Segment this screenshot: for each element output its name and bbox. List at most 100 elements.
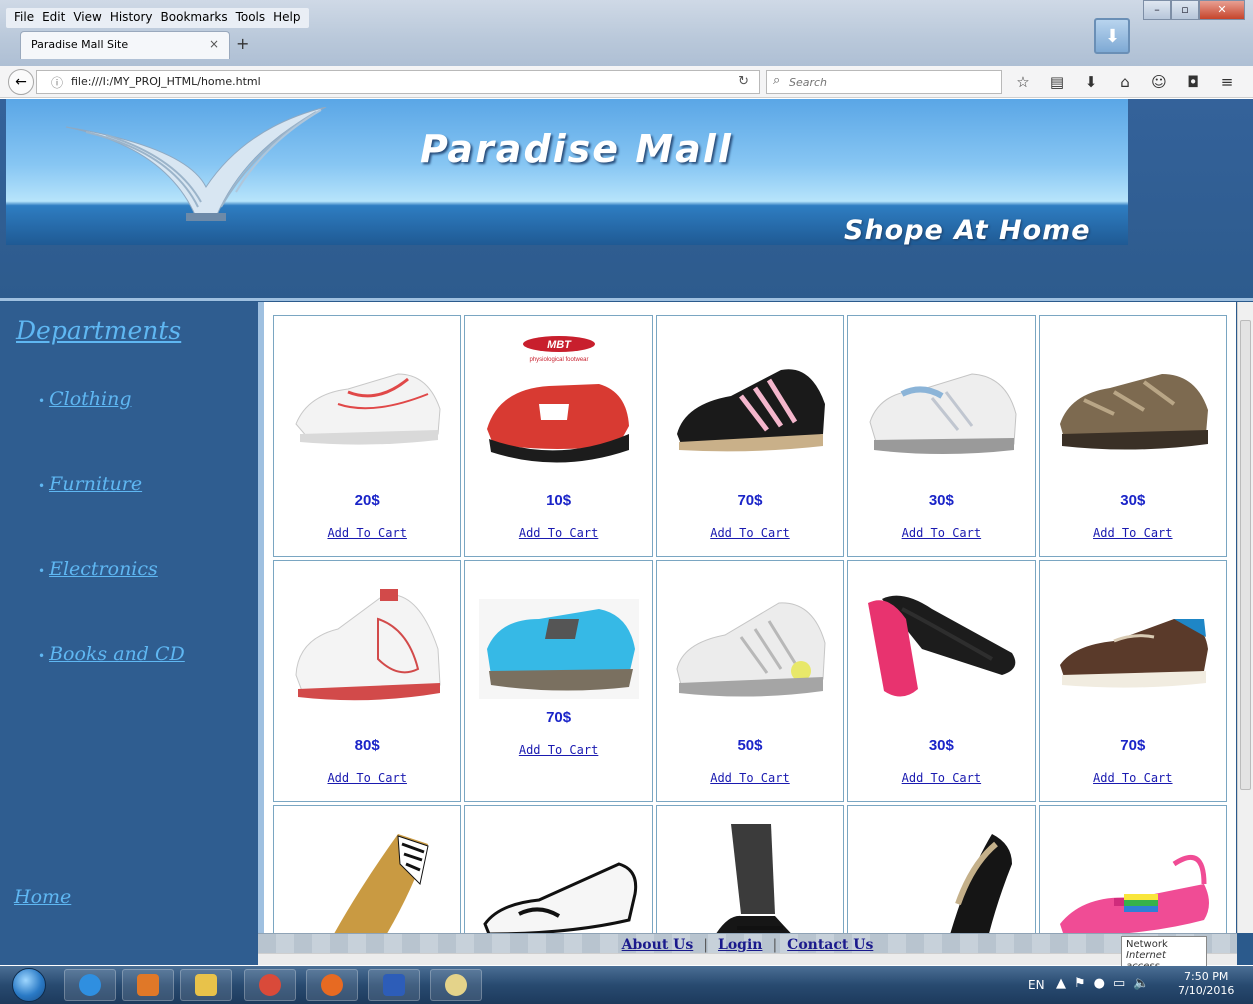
sidebar-item-clothing[interactable]: Clothing [38,388,131,410]
firefox-taskbar-icon[interactable] [306,969,358,1001]
menu-bar: File Edit View History Bookmarks Tools H… [6,8,309,28]
add-to-cart-link[interactable]: Add To Cart [1040,526,1226,540]
add-to-cart-link[interactable]: Add To Cart [274,526,460,540]
chrome-taskbar-icon[interactable] [244,969,296,1001]
black-pink-sneaker-icon [676,369,825,452]
new-tab-icon[interactable]: + [236,34,249,53]
browser-titlebar: File Edit View History Bookmarks Tools H… [0,0,1253,66]
window-controls: – ▫ ✕ [1143,0,1245,20]
product-card [847,805,1036,933]
vertical-scrollbar[interactable] [1237,302,1253,933]
banner-subtitle: Shope At Home [844,215,1091,246]
login-link[interactable]: Login [718,937,762,953]
menu-edit[interactable]: Edit [38,8,69,28]
brown-boat-shoe-icon [1059,619,1208,688]
white-red-sneaker-icon [295,373,441,445]
minimize-button[interactable]: – [1143,0,1171,20]
download-arrow-icon[interactable]: ⬇ [1094,18,1130,54]
sidebar: Departments Clothing Furniture Electroni… [0,302,258,965]
info-icon[interactable]: ⓘ [51,74,63,91]
striped-heel-icon [334,834,429,933]
network-icon[interactable]: ▭ [1113,976,1125,991]
pink-flat-sandal-icon [1059,854,1209,933]
menu-icon[interactable]: ≡ [1216,72,1238,92]
menu-history[interactable]: History [106,8,157,28]
action-center-flag-icon[interactable]: ⚑ [1074,976,1086,991]
pink-black-slipper-icon [868,595,1016,697]
add-to-cart-link[interactable]: Add To Cart [465,526,651,540]
add-to-cart-link[interactable]: Add To Cart [848,771,1034,785]
language-indicator[interactable]: EN [1028,978,1045,992]
volume-icon[interactable]: 🔈 [1133,976,1149,991]
product-card: 70$ Add To Cart [655,315,845,557]
product-grid: 20$ Add To Cart MBT physiological footwe… [270,312,1230,933]
add-to-cart-link[interactable]: Add To Cart [657,526,843,540]
reload-icon[interactable]: ↻ [738,74,749,89]
browser-tab[interactable]: Paradise Mall Site × [20,31,230,59]
clock[interactable]: 7:50 PM 7/10/2016 [1178,970,1234,998]
product-card: 30$ Add To Cart [847,560,1036,802]
home-link[interactable]: Home [14,886,71,908]
show-hidden-icons-icon[interactable]: ▲ [1056,976,1066,991]
product-card: 50$ Add To Cart [655,560,845,802]
product-card: 30$ Add To Cart [1038,315,1227,557]
white-loafer-icon [483,862,638,933]
reading-list-icon[interactable]: ▤ [1046,72,1068,92]
add-to-cart-link[interactable]: Add To Cart [465,743,651,757]
product-card: 20$ Add To Cart [273,315,462,557]
back-arrow-icon[interactable]: ← [8,69,34,95]
network-tooltip: Network Internet access [1121,936,1207,972]
scrollbar-thumb[interactable] [1240,320,1251,790]
close-tab-icon[interactable]: × [209,37,219,51]
download-icon[interactable]: ⬇ [1080,72,1102,92]
white-running-shoe-icon [676,602,826,697]
internet-explorer-taskbar-icon[interactable] [64,969,116,1001]
menu-bookmarks[interactable]: Bookmarks [157,8,232,28]
menu-help[interactable]: Help [269,8,304,28]
contact-us-link[interactable]: Contact Us [787,937,873,953]
menu-view[interactable]: View [69,8,105,28]
star-icon[interactable]: ☆ [1012,72,1034,92]
tray-icons: ▲ ⚑ ● ▭ 🔈 [1056,976,1149,991]
update-icon[interactable]: ● [1094,976,1105,991]
product-card [273,805,462,933]
paint-taskbar-icon[interactable] [430,969,482,1001]
url-bar[interactable]: ⓘ file:///I:/MY_PROJ_HTML/home.html ↻ [36,70,760,94]
sidebar-item-electronics[interactable]: Electronics [38,558,158,580]
menu-tools[interactable]: Tools [232,8,270,28]
product-price: 20$ [354,492,380,509]
horizontal-scrollbar[interactable] [258,953,1237,965]
product-price: 70$ [1120,737,1146,754]
mbt-logo-subtitle: physiological footwear [530,357,589,363]
about-us-link[interactable]: About Us [622,937,694,953]
black-pump-icon [950,834,1013,933]
close-window-button[interactable]: ✕ [1199,0,1245,20]
add-to-cart-link[interactable]: Add To Cart [274,771,460,785]
building-image [65,107,327,221]
pocket-icon[interactable]: ◘ [1182,72,1204,92]
banner-divider [0,298,1253,301]
product-price: 30$ [1120,492,1146,509]
page: Paradise Mall Shope At Home Departments … [0,99,1253,965]
chat-icon[interactable]: ☺ [1148,72,1170,92]
add-to-cart-link[interactable]: Add To Cart [1040,771,1226,785]
add-to-cart-link[interactable]: Add To Cart [848,526,1034,540]
word-taskbar-icon[interactable] [368,969,420,1001]
start-button[interactable] [12,968,46,1002]
url-text[interactable]: file:///I:/MY_PROJ_HTML/home.html [71,75,261,88]
menu-file[interactable]: File [10,8,38,28]
product-card: 70$ Add To Cart [1038,560,1227,802]
departments-heading[interactable]: Departments [16,316,181,345]
sidebar-item-books-and-cd[interactable]: Books and CD [38,643,185,665]
product-card [655,805,845,933]
search-bar[interactable]: ⌕ [766,70,1002,94]
search-input[interactable] [789,74,989,90]
media-player-taskbar-icon[interactable] [122,969,174,1001]
sidebar-item-furniture[interactable]: Furniture [38,473,142,495]
maximize-button[interactable]: ▫ [1171,0,1199,20]
banner-title: Paradise Mall [420,127,733,171]
add-to-cart-link[interactable]: Add To Cart [657,771,843,785]
product-card: MBT physiological footwear 10$ Add To Ca… [464,315,653,557]
file-explorer-taskbar-icon[interactable] [180,969,232,1001]
home-icon[interactable]: ⌂ [1114,72,1136,92]
